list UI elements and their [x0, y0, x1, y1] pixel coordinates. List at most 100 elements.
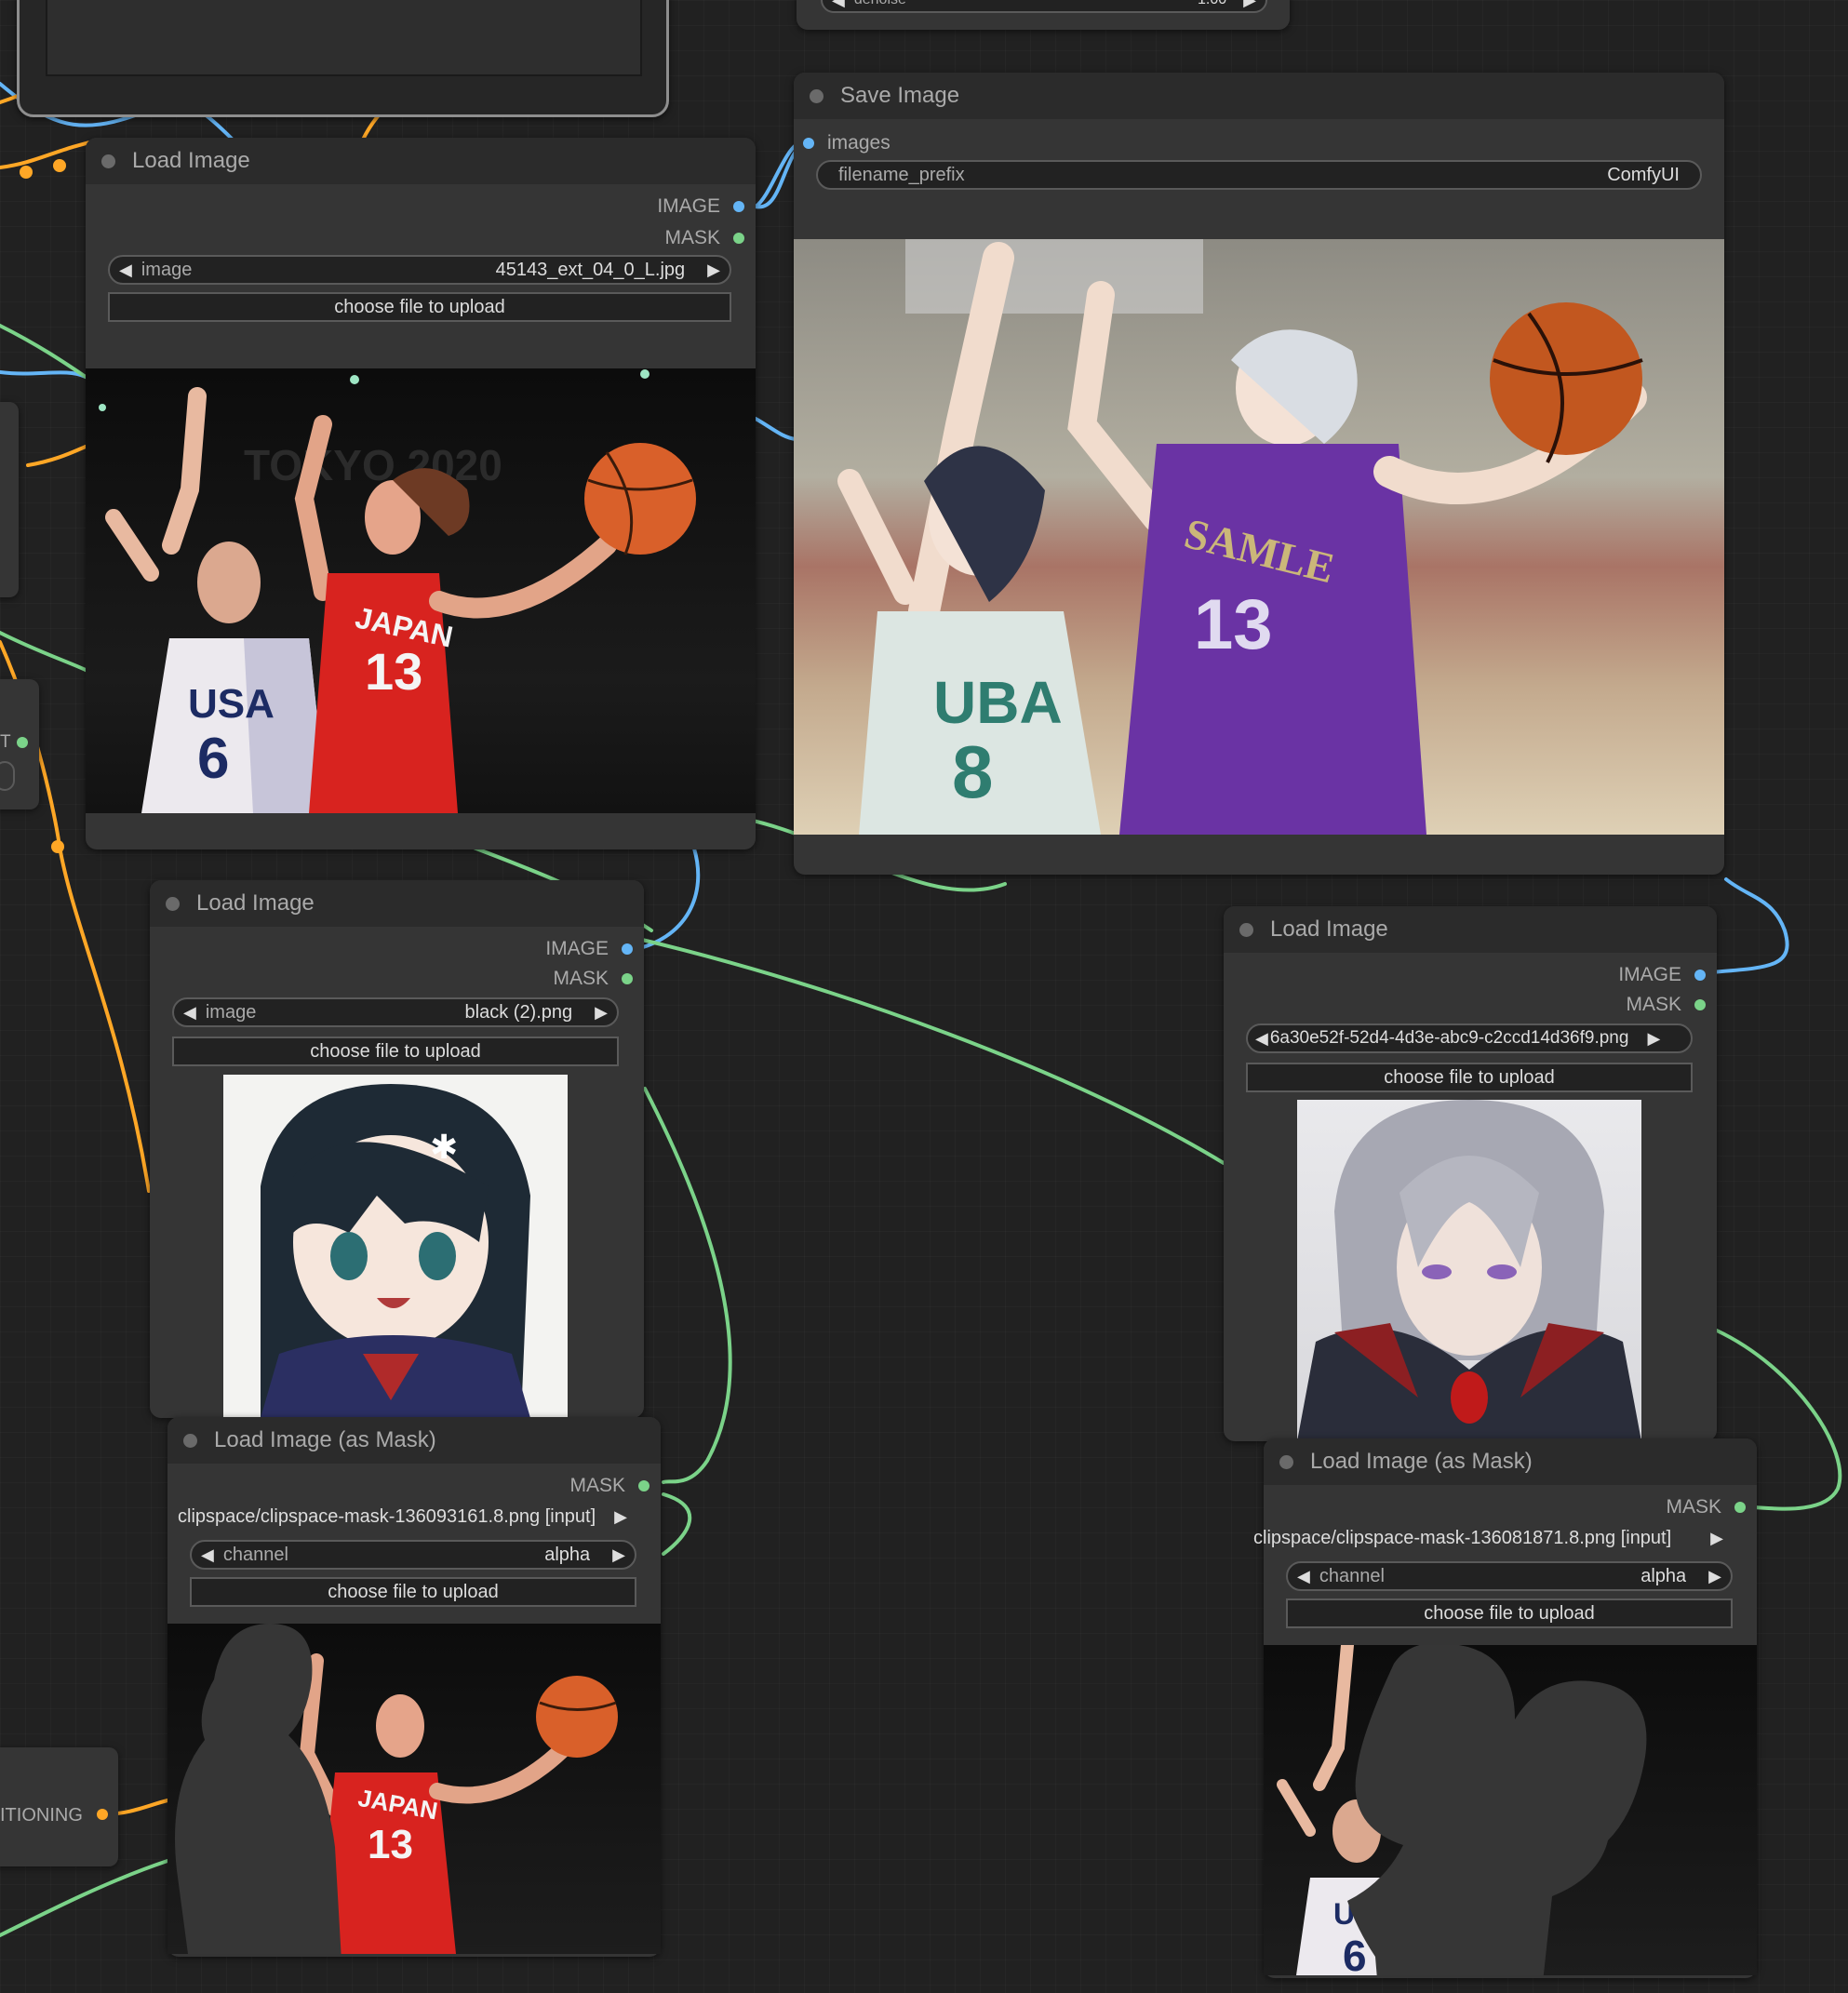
image-preview: ✱ — [223, 1075, 568, 1418]
silver-haired-character-portrait — [1297, 1100, 1641, 1441]
wire-mask-green — [640, 938, 1225, 1165]
wire-mask-green — [662, 1492, 692, 1556]
image-socket[interactable] — [733, 201, 744, 212]
image-preview: TOKYO 2020 USA 6 JAPAN 13 — [86, 368, 756, 813]
image-select-widget[interactable]: clipspace/clipspace-mask-136081871.8.png… — [1253, 1524, 1733, 1554]
mask-output[interactable]: MASK — [1626, 994, 1706, 1016]
image-socket[interactable] — [1694, 970, 1706, 981]
next-arrow-icon[interactable]: ▶ — [698, 261, 730, 280]
next-arrow-icon[interactable]: ▶ — [1701, 1529, 1733, 1548]
reroute-dot — [20, 166, 33, 179]
previous-arrow-icon[interactable]: ◀ — [1288, 1567, 1319, 1586]
upload-button[interactable]: choose file to upload — [1246, 1063, 1693, 1092]
node-title-bar[interactable]: Load Image — [86, 138, 756, 184]
output-socket[interactable] — [17, 737, 28, 748]
image-select-widget[interactable]: ◀ image 45143_ext_04_0_L.jpg ▶ — [108, 255, 731, 285]
filename-prefix-widget[interactable]: filename_prefix ComfyUI — [816, 160, 1702, 190]
next-arrow-icon[interactable]: ▶ — [1699, 1567, 1731, 1586]
next-arrow-icon[interactable]: ▶ — [605, 1507, 636, 1527]
load-image-node-1[interactable]: Load Image IMAGE MASK ◀ image 45143_ext_… — [86, 138, 756, 849]
decrement-arrow-icon[interactable]: ◀ — [823, 0, 854, 10]
previous-arrow-icon[interactable]: ◀ — [1248, 1029, 1270, 1049]
anime-girl-portrait: ✱ — [261, 1084, 530, 1418]
collapse-dot-icon[interactable] — [810, 88, 824, 103]
combo-arrow-icon[interactable] — [0, 761, 15, 791]
upload-button[interactable]: choose file to upload — [172, 1037, 619, 1066]
image-socket[interactable] — [622, 943, 633, 955]
masked-basketball-photo: USA 6 — [1277, 1645, 1647, 1975]
image-select-widget[interactable]: clipspace/clipspace-mask-136093161.8.png… — [178, 1503, 636, 1532]
channel-widget[interactable]: ◀ channel alpha ▶ — [1286, 1561, 1733, 1591]
node-title-bar[interactable]: Load Image (as Mask) — [167, 1417, 661, 1464]
collapse-dot-icon[interactable] — [101, 154, 115, 168]
mask-socket[interactable] — [622, 973, 633, 984]
node-title-bar[interactable]: Load Image — [150, 880, 644, 927]
output-label: MASK — [569, 1475, 625, 1496]
node-title-bar[interactable]: Load Image — [1224, 906, 1717, 953]
load-image-node-3[interactable]: Load Image IMAGE MASK ◀ 6a30e52f-52d4-4d… — [1224, 906, 1717, 1441]
widget-value: 1.00 — [1198, 0, 1226, 8]
mask-socket[interactable] — [638, 1480, 649, 1491]
upload-button[interactable]: choose file to upload — [108, 292, 731, 322]
top-left-node-fragment[interactable] — [17, 0, 669, 117]
upload-button[interactable]: choose file to upload — [190, 1577, 636, 1607]
mask-output[interactable]: MASK — [664, 227, 744, 249]
channel-widget[interactable]: ◀ channel alpha ▶ — [190, 1540, 636, 1570]
image-output[interactable]: IMAGE — [545, 938, 633, 960]
previous-arrow-icon[interactable]: ◀ — [174, 1003, 206, 1023]
widget-value: 6a30e52f-52d4-4d3e-abc9-c2ccd14d36f9.png — [1269, 1028, 1629, 1048]
previous-arrow-icon[interactable]: ◀ — [192, 1545, 223, 1565]
widget-value: 45143_ext_04_0_L.jpg — [495, 259, 686, 280]
input-label: images — [827, 132, 891, 154]
image-select-widget[interactable]: ◀ image black (2).png ▶ — [172, 997, 619, 1027]
node-title: Load Image (as Mask) — [214, 1427, 436, 1452]
node-title: Save Image — [840, 83, 960, 108]
conditioning-socket[interactable] — [97, 1809, 108, 1820]
top-sampler-node-fragment[interactable]: ◀ denoise 1.00 ▶ — [797, 0, 1290, 30]
mask-socket[interactable] — [1694, 999, 1706, 1010]
next-arrow-icon[interactable]: ▶ — [603, 1545, 635, 1565]
load-image-as-mask-node-1[interactable]: Load Image (as Mask) MASK clipspace/clip… — [167, 1417, 661, 1957]
collapse-dot-icon[interactable] — [166, 896, 180, 911]
mask-output[interactable]: MASK — [553, 968, 633, 990]
usa-jersey-number: 6 — [1343, 1932, 1367, 1975]
image-select-widget[interactable]: ◀ 6a30e52f-52d4-4d3e-abc9-c2ccd14d36f9.p… — [1246, 1023, 1693, 1053]
collapse-dot-icon[interactable] — [1239, 922, 1253, 937]
load-image-node-2[interactable]: Load Image IMAGE MASK ◀ image black (2).… — [150, 880, 644, 1418]
anime-basketball-illustration: UBA 8 SAMLE 13 — [837, 239, 1647, 835]
conditioning-node-fragment[interactable]: ITIONING — [0, 1747, 118, 1866]
mask-preview: USA 6 — [1264, 1645, 1757, 1975]
image-output[interactable]: IMAGE — [657, 195, 744, 218]
left-node-fragment[interactable] — [0, 402, 19, 597]
mask-socket[interactable] — [733, 233, 744, 244]
image-output[interactable]: IMAGE — [1618, 964, 1706, 986]
left-node-fragment-output[interactable]: T — [0, 679, 39, 809]
svg-text:✱: ✱ — [430, 1129, 458, 1167]
load-image-as-mask-node-2[interactable]: Load Image (as Mask) MASK clipspace/clip… — [1253, 1438, 1757, 1978]
next-arrow-icon[interactable]: ▶ — [585, 1003, 617, 1023]
mask-socket[interactable] — [1734, 1502, 1746, 1513]
node-title: Load Image (as Mask) — [1310, 1449, 1533, 1474]
japan-jersey-number: 13 — [368, 1822, 413, 1867]
node-title: Load Image — [196, 890, 315, 916]
upload-button[interactable]: choose file to upload — [1286, 1598, 1733, 1628]
output-label: MASK — [1666, 1496, 1721, 1518]
collapse-dot-icon[interactable] — [1279, 1454, 1293, 1469]
images-socket[interactable] — [803, 138, 814, 149]
samle-jersey-number: 13 — [1194, 585, 1273, 664]
increment-arrow-icon[interactable]: ▶ — [1234, 0, 1265, 10]
denoise-widget[interactable]: ◀ denoise 1.00 ▶ — [821, 0, 1267, 13]
save-image-node[interactable]: Save Image images filename_prefix ComfyU… — [794, 73, 1724, 875]
mask-output[interactable]: MASK — [569, 1475, 649, 1497]
images-input[interactable]: images — [803, 132, 891, 154]
node-title-bar[interactable]: Save Image — [794, 73, 1724, 119]
next-arrow-icon[interactable]: ▶ — [1638, 1029, 1669, 1049]
collapse-dot-icon[interactable] — [183, 1433, 197, 1448]
mask-output[interactable]: MASK — [1666, 1496, 1746, 1518]
widget-label: image — [205, 1001, 257, 1023]
node-title-bar[interactable]: Load Image (as Mask) — [1264, 1438, 1757, 1485]
previous-arrow-icon[interactable]: ◀ — [110, 261, 141, 280]
widget-label: image — [141, 259, 193, 280]
wire-image-blue — [1708, 877, 1789, 974]
conditioning-output-label: ITIONING — [0, 1805, 83, 1826]
